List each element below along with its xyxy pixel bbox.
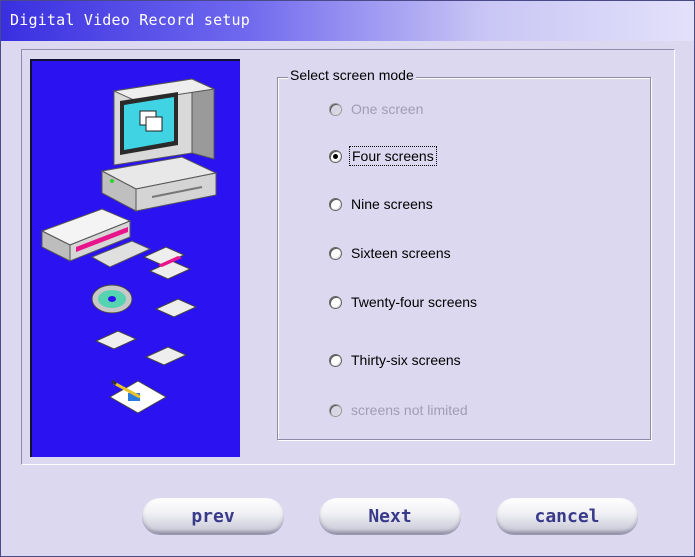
option-thirty-six-screens-label: Thirty-six screens [351, 352, 461, 368]
radio-four-screens[interactable] [329, 149, 342, 163]
option-nine-screens-label: Nine screens [351, 196, 433, 212]
title-bar[interactable]: Digital Video Record setup [1, 1, 694, 41]
option-sixteen-screens-label: Sixteen screens [351, 245, 451, 261]
option-thirty-six-screens[interactable]: Thirty-six screens [329, 352, 461, 368]
option-one-screen[interactable]: One screen [329, 101, 423, 117]
option-screens-not-limited[interactable]: screens not limited [329, 402, 468, 418]
disk-drive-icon [40, 208, 152, 268]
option-four-screens[interactable]: Four screens [329, 146, 437, 166]
document-pen-icon [108, 379, 168, 414]
setup-dialog: Digital Video Record setup Select screen… [0, 0, 695, 557]
cancel-button[interactable]: cancel [496, 498, 638, 534]
radio-twenty-four-screens[interactable] [329, 295, 342, 309]
window-title: Digital Video Record setup [10, 11, 250, 29]
cd-icon [91, 284, 133, 314]
option-four-screens-label: Four screens [349, 146, 437, 166]
radio-thirty-six-screens[interactable] [329, 353, 342, 367]
option-screens-not-limited-label: screens not limited [351, 402, 468, 418]
next-button[interactable]: Next [319, 498, 461, 534]
option-sixteen-screens[interactable]: Sixteen screens [329, 245, 451, 261]
computer-icon [100, 78, 218, 212]
option-twenty-four-screens-label: Twenty-four screens [351, 294, 478, 310]
radio-screens-not-limited[interactable] [329, 403, 342, 417]
option-one-screen-label: One screen [351, 101, 424, 117]
option-twenty-four-screens[interactable]: Twenty-four screens [329, 294, 477, 310]
setup-illustration [30, 59, 240, 457]
prev-button[interactable]: prev [142, 498, 284, 534]
radio-sixteen-screens[interactable] [329, 246, 342, 260]
radio-one-screen[interactable] [329, 102, 342, 116]
illustration-graphic [40, 78, 218, 414]
radio-nine-screens[interactable] [329, 197, 342, 211]
option-nine-screens[interactable]: Nine screens [329, 196, 433, 212]
group-legend: Select screen mode [288, 67, 416, 83]
